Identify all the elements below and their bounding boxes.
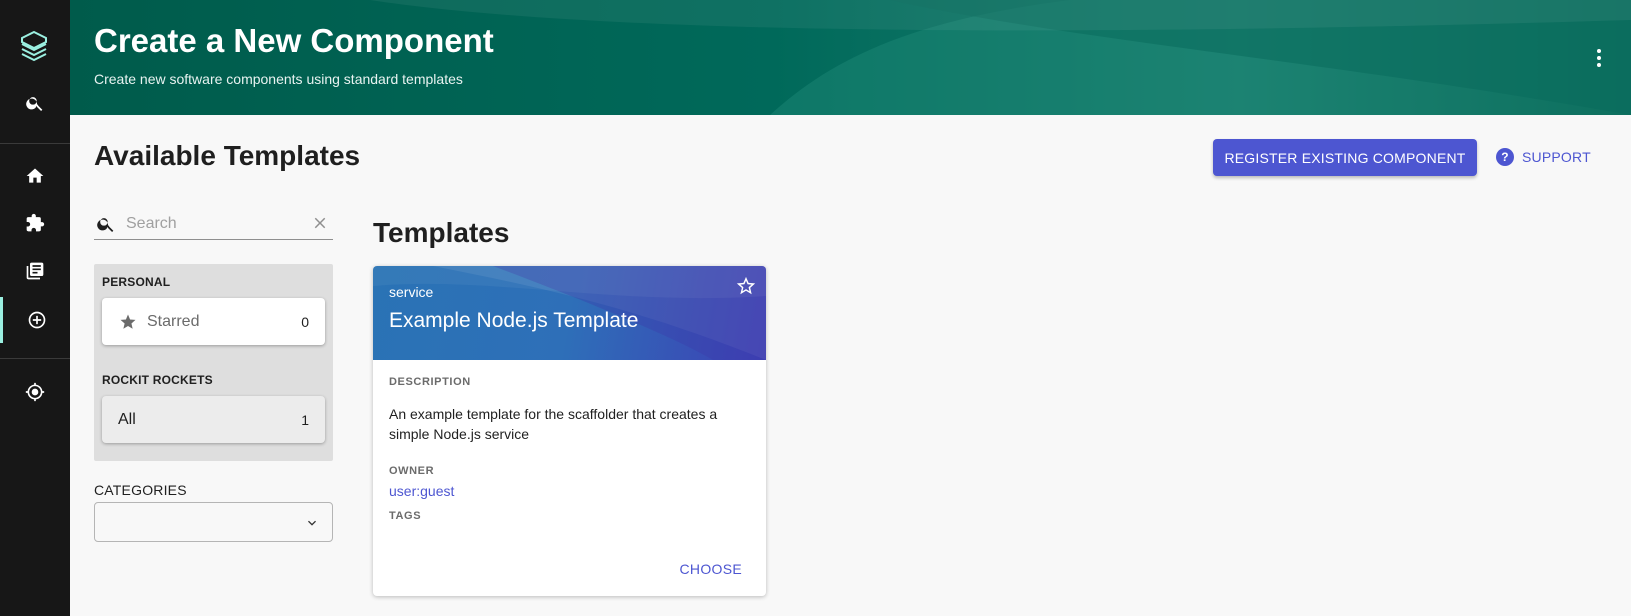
filter-all-count: 1 xyxy=(301,411,309,428)
support-button[interactable]: ? SUPPORT xyxy=(1496,143,1591,171)
tags-label: TAGS xyxy=(389,510,422,522)
content-title: Available Templates xyxy=(94,140,361,171)
docs-icon xyxy=(26,262,44,280)
sidebar-divider xyxy=(0,358,70,359)
categories-select[interactable] xyxy=(94,502,333,542)
create-icon xyxy=(28,311,45,329)
sidebar-divider xyxy=(0,143,70,144)
sidebar-item-tech-radar[interactable] xyxy=(0,369,70,415)
clear-icon[interactable] xyxy=(311,214,329,232)
sidebar-item-apis[interactable] xyxy=(0,200,70,246)
choose-button[interactable]: CHOOSE xyxy=(680,561,742,577)
categories-label: CATEGORIES xyxy=(94,482,187,498)
filter-starred-label: Starred xyxy=(147,312,200,330)
register-existing-component-button[interactable]: REGISTER EXISTING COMPONENT xyxy=(1213,139,1477,176)
star-icon xyxy=(120,314,136,329)
page-header: Create a New Component Create new softwa… xyxy=(70,0,1631,115)
search-icon xyxy=(97,217,114,232)
template-card: service Example Node.js Template DESCRIP… xyxy=(373,266,766,596)
sidebar-item-home[interactable] xyxy=(0,153,70,199)
template-description: An example template for the scaffolder t… xyxy=(389,406,718,442)
sidebar-item-create[interactable] xyxy=(0,297,70,343)
templates-title: Templates xyxy=(373,217,510,248)
help-icon: ? xyxy=(1496,148,1514,166)
personal-group-label: PERSONAL xyxy=(102,275,171,289)
sidebar-item-docs[interactable] xyxy=(0,248,70,294)
puzzle-icon xyxy=(26,213,45,232)
more-options-icon[interactable] xyxy=(1587,44,1611,72)
owner-label: OWNER xyxy=(389,465,435,477)
org-group-label: ROCKIT ROCKETS xyxy=(102,373,213,387)
owner-filter-panel: PERSONAL Starred 0 ROCKIT ROCKETS All 1 xyxy=(94,264,333,461)
search-input[interactable] xyxy=(126,214,296,233)
search-icon xyxy=(26,97,43,111)
backstage-logo-icon[interactable] xyxy=(18,28,50,64)
chevron-down-icon xyxy=(308,520,316,526)
home-icon xyxy=(26,168,44,183)
filter-starred-count: 0 xyxy=(301,313,309,330)
template-type: service xyxy=(389,284,434,300)
filter-all[interactable]: All 1 xyxy=(102,396,325,443)
support-label: SUPPORT xyxy=(1522,149,1591,165)
filter-starred[interactable]: Starred 0 xyxy=(102,298,325,345)
page-subtitle: Create new software components using sta… xyxy=(94,71,463,87)
sidebar-item-search[interactable] xyxy=(0,80,70,126)
page-title: Create a New Component xyxy=(94,22,494,59)
template-card-header: service Example Node.js Template xyxy=(373,266,766,360)
star-outline-icon[interactable] xyxy=(735,275,757,297)
description-label: DESCRIPTION xyxy=(389,376,471,388)
owner-link[interactable]: user:guest xyxy=(389,483,454,499)
template-title: Example Node.js Template xyxy=(389,309,639,332)
filter-all-label: All xyxy=(118,410,136,428)
sidebar xyxy=(0,0,70,616)
radar-icon xyxy=(25,382,45,402)
search-field xyxy=(94,208,333,240)
